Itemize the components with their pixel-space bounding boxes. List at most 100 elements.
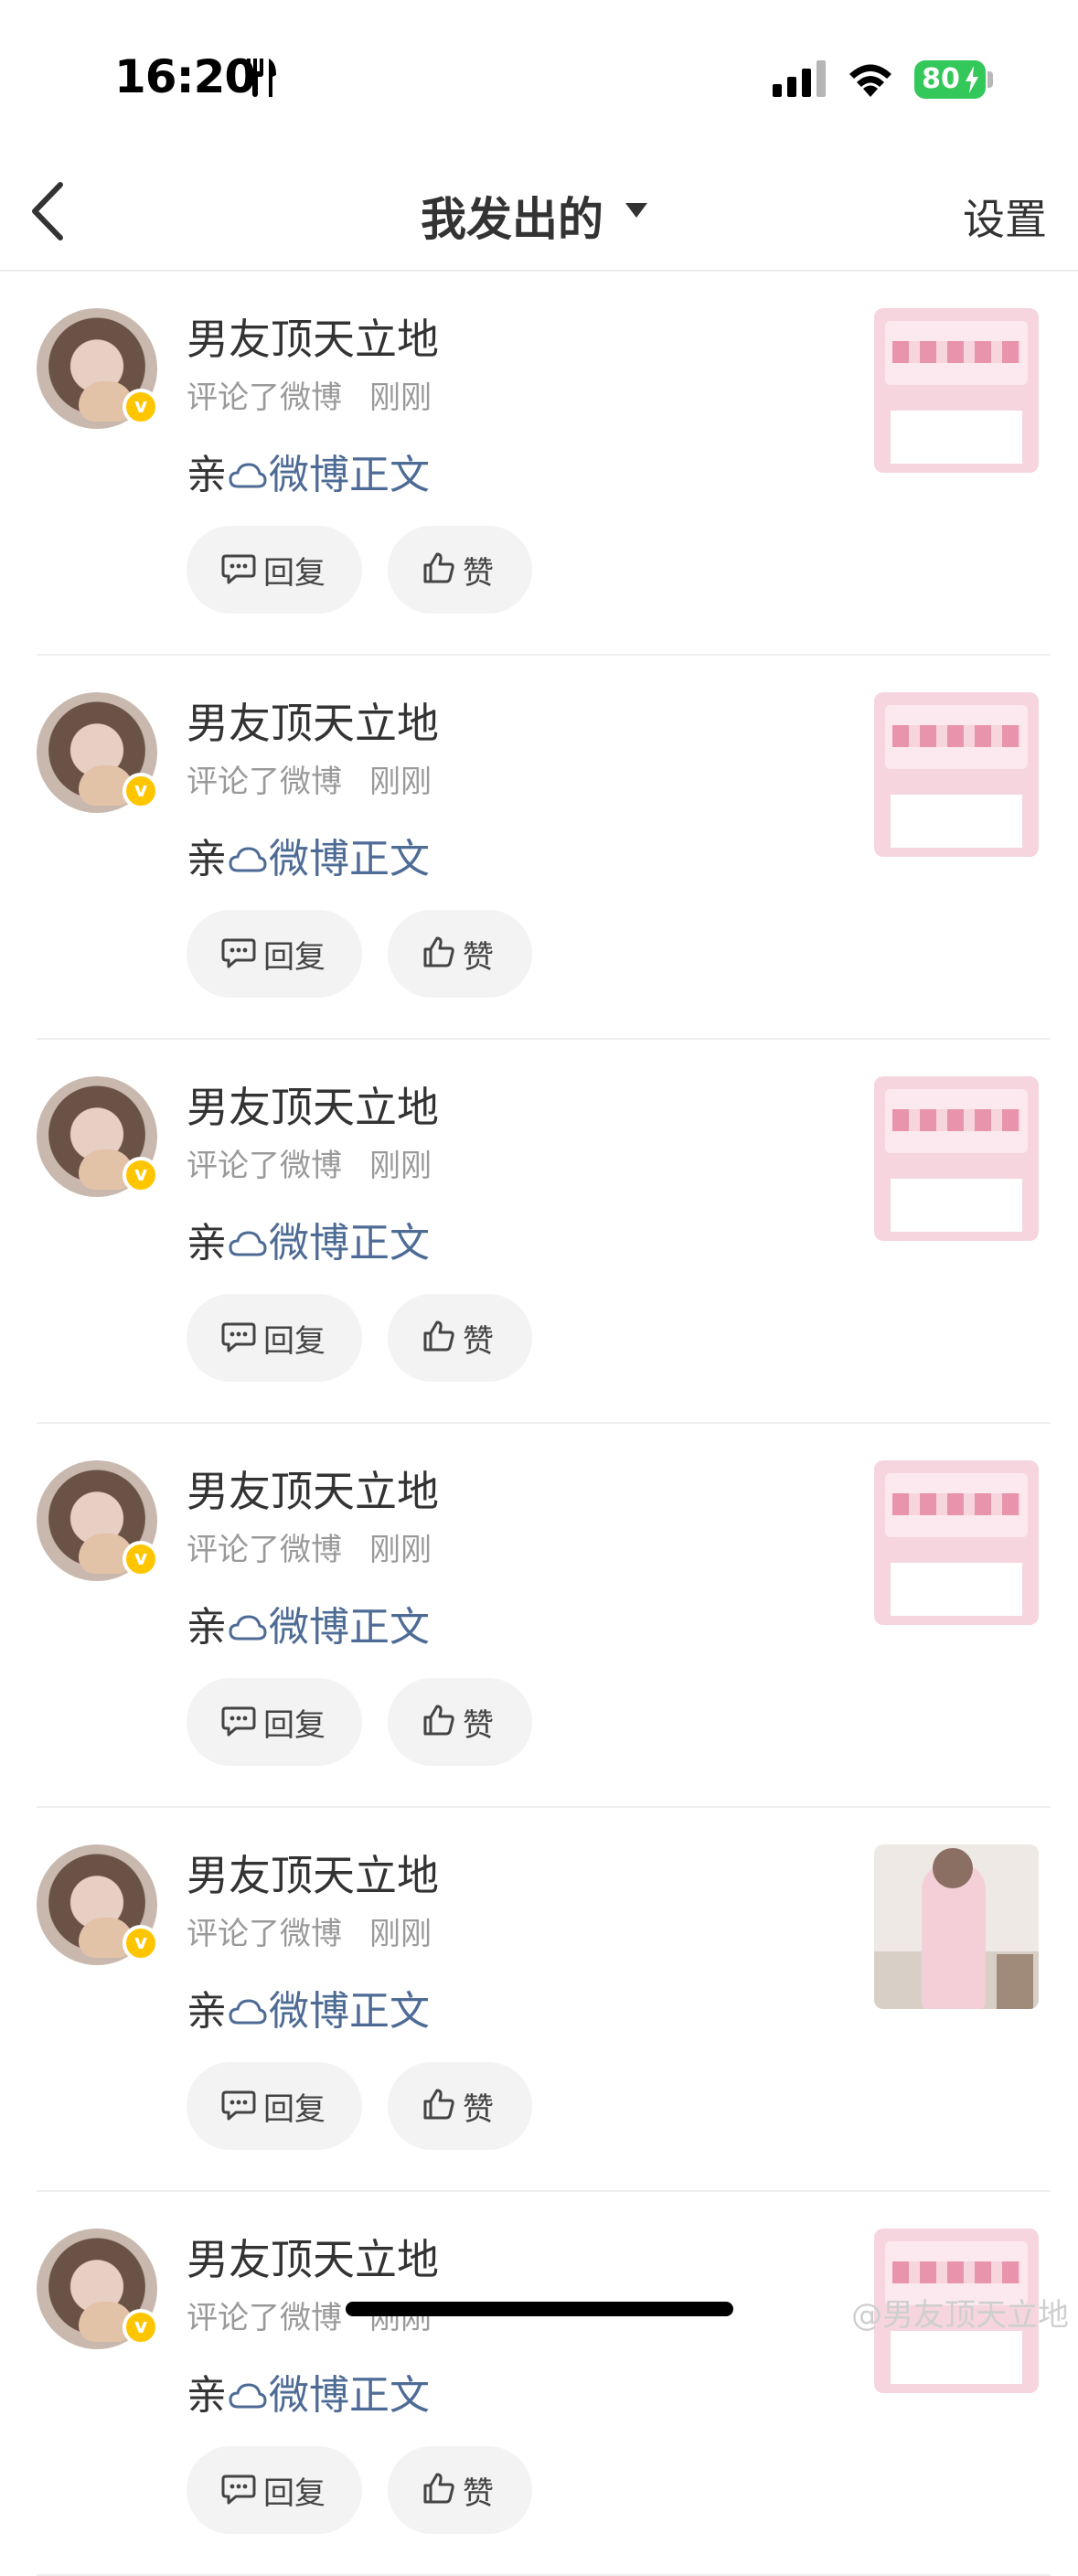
verified-badge-icon: v xyxy=(123,1541,159,1577)
like-label: 赞 xyxy=(463,2091,494,2128)
list-item[interactable]: v 男友顶天立地 评论了微博 刚刚 亲微博正文 回复 赞 xyxy=(0,656,1078,1040)
signal-icon xyxy=(773,60,826,97)
like-button[interactable]: 赞 xyxy=(388,910,532,998)
reply-label: 回复 xyxy=(263,939,326,976)
verified-badge-icon: v xyxy=(123,1157,159,1193)
charging-bolt-icon xyxy=(966,66,978,93)
post-thumbnail[interactable] xyxy=(874,692,1039,857)
comment-content: 亲微博正文 xyxy=(187,1210,430,1268)
user-name[interactable]: 男友顶天立地 xyxy=(187,690,439,751)
list-item[interactable]: v 男友顶天立地 评论了微博 刚刚 亲微博正文 回复 赞 xyxy=(0,1808,1078,2192)
weibo-link[interactable]: 微博正文 xyxy=(227,2372,430,2419)
reply-button[interactable]: 回复 xyxy=(187,1678,362,1766)
like-button[interactable]: 赞 xyxy=(388,1678,532,1766)
thumbs-up-icon xyxy=(423,2473,454,2504)
weibo-link-label: 微博正文 xyxy=(269,1220,430,1267)
weibo-link[interactable]: 微博正文 xyxy=(227,452,430,498)
list-item[interactable]: v 男友顶天立地 评论了微博 刚刚 亲微博正文 回复 赞 xyxy=(0,1040,1078,1424)
thumbs-up-icon xyxy=(423,1705,454,1736)
comment-content: 亲微博正文 xyxy=(187,442,430,500)
battery-cap xyxy=(987,71,993,88)
reply-label: 回复 xyxy=(263,555,326,592)
settings-button[interactable]: 设置 xyxy=(963,187,1047,247)
home-indicator[interactable] xyxy=(346,2302,733,2316)
action-text: 评论了微博 xyxy=(187,1148,342,1184)
like-label: 赞 xyxy=(463,555,494,592)
battery-level: 80 xyxy=(922,63,960,95)
comment-content: 亲微博正文 xyxy=(187,1978,430,2036)
user-name[interactable]: 男友顶天立地 xyxy=(187,1074,439,1135)
list-item[interactable]: v 男友顶天立地 评论了微博 刚刚 亲微博正文 回复 赞 xyxy=(0,2192,1078,2576)
reply-label: 回复 xyxy=(263,1707,326,1744)
weibo-link-label: 微博正文 xyxy=(269,1604,430,1651)
thumbs-up-icon xyxy=(423,552,454,583)
action-text: 评论了微博 xyxy=(187,1916,342,1952)
verified-badge-icon: v xyxy=(123,773,159,809)
weibo-link[interactable]: 微博正文 xyxy=(227,1220,430,1267)
user-name[interactable]: 男友顶天立地 xyxy=(187,1843,439,1903)
thumbs-up-icon xyxy=(423,936,454,967)
comment-text: 亲 xyxy=(187,452,227,498)
comment-list: v 男友顶天立地 评论了微博 刚刚 亲微博正文 回复 赞 v 男友顶天立地 评论了… xyxy=(0,272,1078,2576)
reply-label: 回复 xyxy=(263,1323,326,1360)
list-item[interactable]: v 男友顶天立地 评论了微博 刚刚 亲微博正文 回复 赞 xyxy=(0,1424,1078,1808)
post-thumbnail[interactable] xyxy=(874,1844,1039,2009)
comment-meta: 评论了微博 刚刚 xyxy=(187,756,432,801)
cloud-icon xyxy=(229,1615,267,1641)
dropdown-triangle-icon[interactable] xyxy=(624,201,649,219)
like-label: 赞 xyxy=(463,2475,494,2512)
weibo-link[interactable]: 微博正文 xyxy=(227,836,430,882)
post-thumbnail[interactable] xyxy=(874,1076,1039,1241)
time-ago: 刚刚 xyxy=(369,764,432,800)
weibo-link-label: 微博正文 xyxy=(269,1988,430,2035)
list-item[interactable]: v 男友顶天立地 评论了微博 刚刚 亲微博正文 回复 赞 xyxy=(0,272,1078,656)
weibo-link[interactable]: 微博正文 xyxy=(227,1604,430,1651)
wifi-icon xyxy=(849,64,891,97)
user-name[interactable]: 男友顶天立地 xyxy=(187,1459,439,1519)
time-ago: 刚刚 xyxy=(369,1148,432,1184)
thumb-shelf xyxy=(997,1954,1033,2009)
reply-button[interactable]: 回复 xyxy=(187,526,362,614)
action-text: 评论了微博 xyxy=(187,379,342,416)
reply-button[interactable]: 回复 xyxy=(187,910,362,998)
comment-icon xyxy=(221,2090,256,2121)
cloud-icon xyxy=(229,847,267,872)
comment-icon xyxy=(221,1322,256,1352)
status-bar: 16:20 80 xyxy=(0,0,1078,155)
time-ago: 刚刚 xyxy=(369,1532,432,1568)
reply-button[interactable]: 回复 xyxy=(187,1294,362,1382)
post-thumbnail[interactable] xyxy=(874,308,1039,473)
comment-content: 亲微博正文 xyxy=(187,2362,430,2421)
like-label: 赞 xyxy=(463,939,494,976)
like-button[interactable]: 赞 xyxy=(388,2062,532,2150)
battery-indicator: 80 xyxy=(914,60,986,99)
comment-icon xyxy=(221,2474,256,2505)
weibo-link[interactable]: 微博正文 xyxy=(227,1988,430,2035)
back-chevron-icon[interactable] xyxy=(27,181,68,241)
reply-button[interactable]: 回复 xyxy=(187,2062,362,2150)
user-name[interactable]: 男友顶天立地 xyxy=(187,306,439,367)
action-text: 评论了微博 xyxy=(187,2300,342,2336)
like-label: 赞 xyxy=(463,1707,494,1744)
watermark: @男友顶天立地 xyxy=(851,2297,1069,2334)
post-thumbnail[interactable] xyxy=(874,1460,1039,1625)
cloud-icon xyxy=(229,1231,267,1256)
time-ago: 刚刚 xyxy=(369,379,432,416)
comment-text: 亲 xyxy=(187,1220,227,1267)
reply-label: 回复 xyxy=(263,2475,326,2512)
like-button[interactable]: 赞 xyxy=(388,1294,532,1382)
page-title[interactable]: 我发出的 xyxy=(421,183,603,249)
comment-icon xyxy=(221,938,256,968)
reply-label: 回复 xyxy=(263,2091,326,2128)
comment-meta: 评论了微博 刚刚 xyxy=(187,1140,432,1185)
time-ago: 刚刚 xyxy=(369,1916,432,1952)
comment-text: 亲 xyxy=(187,836,227,882)
comment-meta: 评论了微博 刚刚 xyxy=(187,1524,432,1569)
like-button[interactable]: 赞 xyxy=(388,526,532,614)
user-name[interactable]: 男友顶天立地 xyxy=(187,2227,439,2287)
comment-icon xyxy=(221,554,256,584)
like-button[interactable]: 赞 xyxy=(388,2446,532,2534)
cloud-icon xyxy=(229,1999,267,2025)
status-time: 16:20 xyxy=(114,50,256,103)
reply-button[interactable]: 回复 xyxy=(187,2446,362,2534)
